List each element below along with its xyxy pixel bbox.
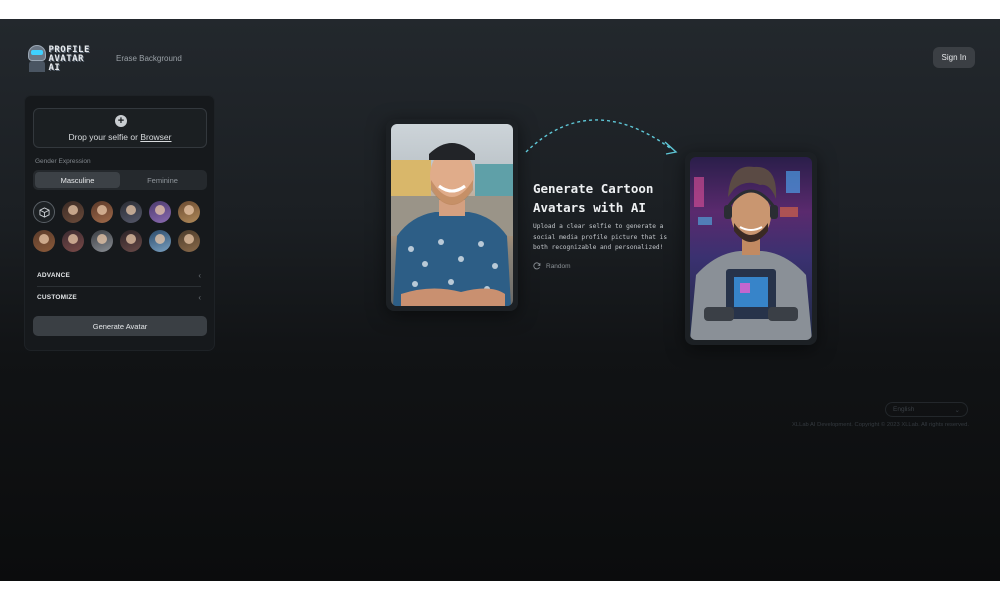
gender-option-feminine[interactable]: Feminine bbox=[120, 172, 205, 188]
generate-avatar-button[interactable]: Generate Avatar bbox=[33, 316, 207, 336]
chevron-left-icon: ‹ bbox=[198, 292, 201, 302]
gender-toggle: Masculine Feminine bbox=[33, 170, 207, 190]
language-select[interactable]: English ⌄ bbox=[885, 402, 968, 417]
selfie-example-image bbox=[391, 124, 513, 306]
section-advance-label: ADVANCE bbox=[37, 271, 71, 279]
avatar-style-thumbnail[interactable] bbox=[120, 201, 142, 223]
avatar-style-thumbnail[interactable] bbox=[62, 230, 84, 252]
avatar-result-card bbox=[685, 152, 817, 345]
app-window: PROFILE AVATAR AI Erase Background Sign … bbox=[0, 19, 1000, 581]
avatar-style-thumbnail[interactable] bbox=[178, 230, 200, 252]
section-customize[interactable]: CUSTOMIZE ‹ bbox=[37, 288, 201, 306]
browse-link[interactable]: Browser bbox=[140, 132, 171, 142]
cube-icon[interactable] bbox=[33, 201, 55, 223]
avatar-style-thumbnail[interactable] bbox=[120, 230, 142, 252]
random-label: Random bbox=[546, 262, 571, 270]
section-advance[interactable]: ADVANCE ‹ bbox=[37, 266, 201, 284]
avatar-style-thumbnail[interactable] bbox=[91, 230, 113, 252]
selfie-dropzone[interactable]: + Drop your selfie or Browser bbox=[33, 108, 207, 148]
avatar-style-thumbnail[interactable] bbox=[33, 230, 55, 252]
nav-erase-background[interactable]: Erase Background bbox=[116, 54, 182, 63]
language-value: English bbox=[893, 406, 915, 413]
avatar-style-thumbnail[interactable] bbox=[91, 201, 113, 223]
avatar-style-thumbnail[interactable] bbox=[149, 230, 171, 252]
arrow-arc-icon bbox=[525, 119, 678, 155]
chevron-down-icon: ⌄ bbox=[954, 406, 960, 414]
refresh-icon bbox=[533, 262, 541, 270]
avatar-result-image bbox=[690, 157, 812, 340]
avatar-style-grid bbox=[33, 201, 207, 252]
dropzone-label: Drop your selfie or Browser bbox=[68, 132, 172, 142]
hero-headline: Generate Cartoon Avatars with AI bbox=[533, 181, 654, 215]
chevron-left-icon: ‹ bbox=[198, 270, 201, 280]
section-customize-label: CUSTOMIZE bbox=[37, 293, 77, 301]
logo-text: PROFILE AVATAR AI bbox=[48, 44, 90, 73]
selfie-example-card bbox=[386, 119, 518, 311]
gender-option-masculine[interactable]: Masculine bbox=[35, 172, 120, 188]
divider bbox=[37, 286, 201, 287]
gender-expression-label: Gender Expression bbox=[35, 158, 91, 165]
robot-mascot-icon bbox=[26, 45, 46, 73]
hero-description: Upload a clear selfie to generate a soci… bbox=[533, 223, 668, 251]
random-button[interactable]: Random bbox=[533, 262, 571, 270]
plus-icon: + bbox=[115, 115, 127, 127]
avatar-style-thumbnail[interactable] bbox=[62, 201, 84, 223]
avatar-settings-panel: + Drop your selfie or Browser Gender Exp… bbox=[25, 96, 214, 350]
logo[interactable]: PROFILE AVATAR AI bbox=[26, 45, 98, 73]
sign-in-button[interactable]: Sign In bbox=[933, 47, 975, 68]
avatar-style-thumbnail[interactable] bbox=[149, 201, 171, 223]
copyright-text: XLLab AI Development. Copyright © 2023 X… bbox=[792, 422, 969, 428]
avatar-style-thumbnail[interactable] bbox=[178, 201, 200, 223]
